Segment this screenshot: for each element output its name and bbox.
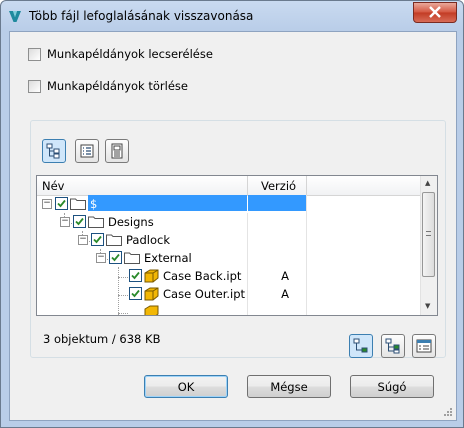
close-icon (429, 6, 441, 18)
part-file-icon (144, 269, 159, 283)
tree-row[interactable]: − Designs (37, 213, 420, 231)
ok-button[interactable]: OK (144, 375, 228, 398)
tree-row[interactable]: Case Back.ipt A (37, 267, 420, 285)
collapse-toggle[interactable]: − (60, 217, 70, 227)
details-view-button[interactable] (105, 139, 129, 163)
row-checkbox[interactable] (129, 269, 142, 282)
tree-view-button[interactable] (42, 139, 66, 163)
row-selection-highlight (88, 195, 247, 211)
row-checkbox[interactable] (129, 287, 142, 300)
resize-grip-icon[interactable] (443, 407, 453, 417)
help-button[interactable]: Súgó (350, 375, 434, 398)
list-view-icon (80, 144, 94, 158)
details-view-icon (111, 143, 123, 159)
collapse-toggle[interactable]: − (42, 199, 52, 209)
folder-icon (124, 252, 140, 264)
dialog-client: Munkapéldányok lecserélése Munkapéldányo… (9, 31, 457, 421)
part-file-icon (144, 305, 159, 315)
dialog-window: Több fájl lefoglalásának visszavonása Mu… (0, 0, 464, 428)
delete-working-copies-checkbox[interactable] (28, 79, 41, 93)
grid-header: Név Verzió (37, 176, 420, 196)
expand-tree-button[interactable] (349, 334, 373, 358)
row-name: Padlock (126, 233, 170, 247)
replace-working-copies-checkbox[interactable] (28, 47, 41, 61)
cancel-button[interactable]: Mégse (247, 375, 331, 398)
row-checkbox[interactable] (109, 251, 122, 264)
window-title: Több fájl lefoglalásának visszavonása (29, 9, 254, 23)
folder-icon (70, 198, 86, 210)
row-name: Designs (108, 215, 154, 229)
collapse-toggle[interactable]: − (78, 235, 88, 245)
files-grid[interactable]: Név Verzió − $ − Designs − Padlock − Ext… (36, 175, 438, 316)
row-name: Case Back.ipt (163, 269, 242, 283)
expand-tree-icon (353, 338, 368, 353)
scroll-down-arrow-icon[interactable]: ▼ (425, 302, 430, 310)
close-button[interactable] (413, 2, 457, 23)
column-header-version[interactable]: Verzió (261, 179, 296, 193)
row-name: External (144, 251, 192, 265)
collapse-tree-icon (385, 338, 400, 354)
folder-icon (106, 234, 122, 246)
properties-button[interactable] (412, 334, 436, 358)
tree-row[interactable]: − $ (37, 195, 420, 213)
part-file-icon (144, 287, 159, 301)
delete-working-copies-option[interactable]: Munkapéldányok törlése (28, 78, 188, 94)
scrollbar-thumb[interactable] (422, 192, 435, 277)
tree-row[interactable]: − Padlock (37, 231, 420, 249)
collapse-toggle[interactable]: − (96, 253, 106, 263)
column-header-name[interactable]: Név (42, 179, 64, 193)
status-text: 3 objektum / 638 KB (43, 332, 161, 346)
scroll-up-arrow-icon[interactable]: ▲ (425, 179, 430, 187)
tree-row-partial (37, 303, 420, 315)
list-view-button[interactable] (75, 139, 99, 163)
row-name: $ (90, 197, 98, 211)
row-name: Case Outer.ipt (163, 287, 246, 301)
vault-app-icon (9, 11, 21, 22)
row-checkbox[interactable] (91, 233, 104, 246)
tree-row[interactable]: − External (37, 249, 420, 267)
vertical-scrollbar[interactable]: ▲ ▼ (420, 176, 437, 315)
tree-row[interactable]: Case Outer.ipt A (37, 285, 420, 303)
row-checkbox[interactable] (55, 197, 68, 210)
replace-working-copies-label: Munkapéldányok lecserélése (47, 47, 213, 61)
folder-icon (88, 216, 104, 228)
replace-working-copies-option[interactable]: Munkapéldányok lecserélése (28, 46, 213, 62)
tree-view-icon (46, 143, 60, 159)
delete-working-copies-label: Munkapéldányok törlése (47, 79, 188, 93)
collapse-tree-button[interactable] (381, 334, 405, 358)
properties-icon (416, 339, 432, 353)
row-checkbox[interactable] (73, 215, 86, 228)
title-bar[interactable]: Több fájl lefoglalásának visszavonása (1, 1, 463, 31)
